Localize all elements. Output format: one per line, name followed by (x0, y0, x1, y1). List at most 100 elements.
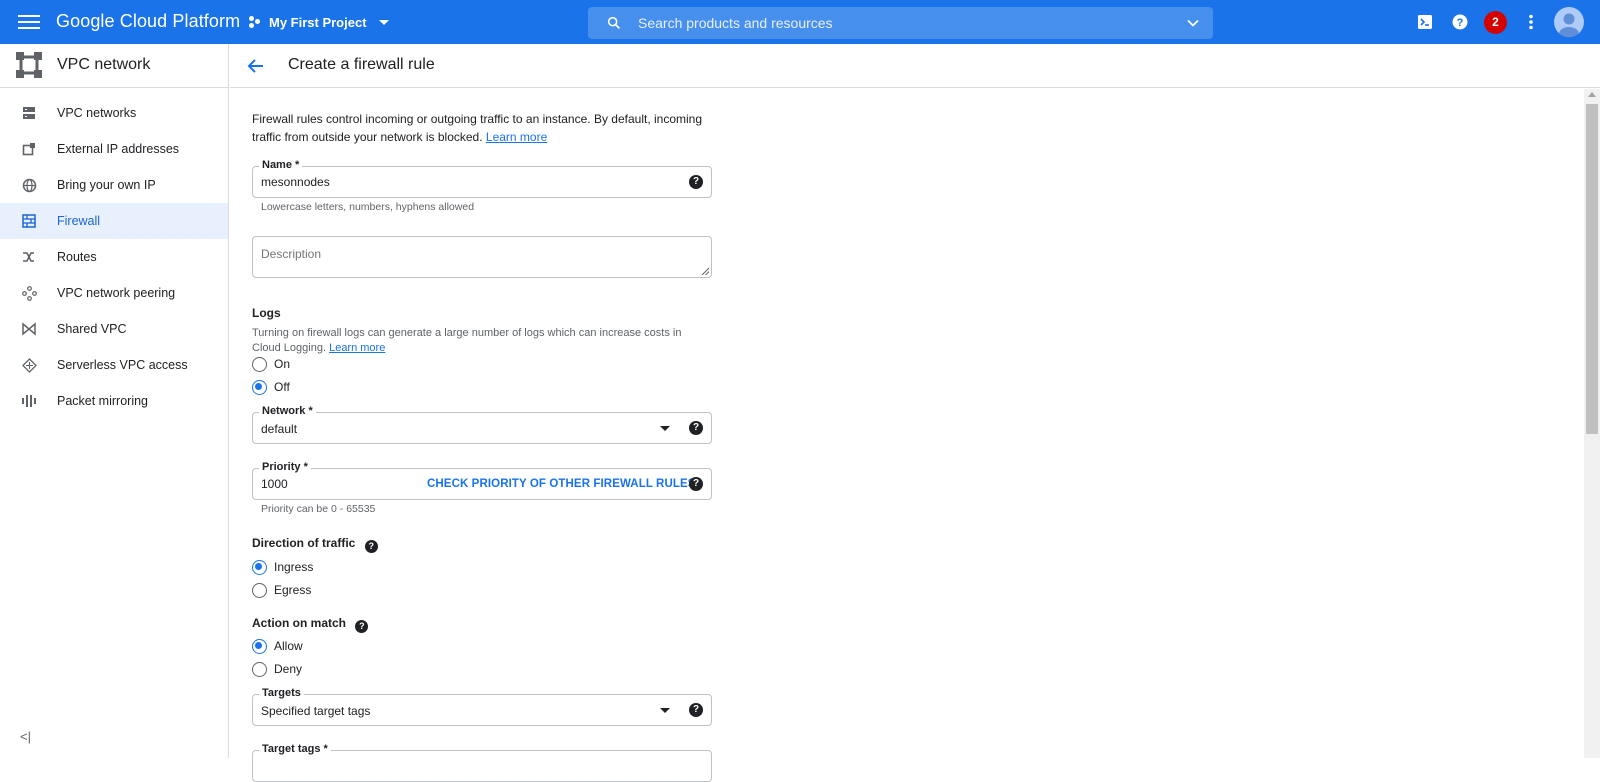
dropdown-arrow-icon (660, 426, 670, 431)
sidebar-item-label: Serverless VPC access (57, 358, 188, 372)
chevron-down-icon (378, 19, 389, 25)
sidebar-item-label: VPC networks (57, 106, 137, 120)
sidebar-header: VPC network (0, 44, 228, 88)
description-input[interactable] (261, 247, 691, 261)
description-field[interactable] (252, 236, 712, 278)
help-icon[interactable]: ? (364, 540, 378, 553)
svg-text:?: ? (1457, 17, 1464, 29)
radio-label: Ingress (274, 560, 314, 574)
sidebar-item-peering[interactable]: VPC network peering (0, 275, 228, 311)
intro-description: Firewall rules control incoming or outgo… (252, 112, 703, 144)
network-label: Network * (259, 405, 316, 417)
content-header: Create a firewall rule (230, 44, 1600, 88)
help-icon[interactable]: ? (355, 620, 369, 633)
priority-label: Priority * (259, 461, 311, 473)
radio-label: Off (274, 380, 290, 394)
sidebar-item-label: Routes (57, 250, 97, 264)
more-vert-icon[interactable] (1521, 12, 1541, 32)
notifications-badge[interactable]: 2 (1484, 11, 1507, 34)
help-icon[interactable]: ? (689, 477, 703, 491)
learn-more-link[interactable]: Learn more (486, 130, 547, 144)
help-icon[interactable]: ? (689, 703, 703, 717)
sidebar-item-label: VPC network peering (57, 286, 176, 300)
radio-icon (252, 638, 267, 654)
page-title: Create a firewall rule (288, 56, 435, 73)
help-icon[interactable]: ? (689, 421, 703, 435)
project-selector[interactable]: My First Project (249, 8, 389, 36)
action-label: Action on match ? (252, 616, 369, 633)
top-bar: Google Cloud Platform My First Project ?… (0, 0, 1600, 44)
name-label: Name * (259, 159, 303, 171)
help-icon[interactable]: ? (1450, 12, 1470, 32)
sidebar-item-routes[interactable]: Routes (0, 239, 228, 275)
collapse-sidebar-button[interactable]: <| (20, 729, 36, 745)
vpc-network-logo-icon (16, 52, 42, 78)
name-field[interactable]: Name * ? (252, 159, 712, 198)
routes-icon (21, 249, 37, 265)
logs-off-radio[interactable]: Off (252, 378, 290, 396)
search-bar[interactable] (588, 7, 1213, 39)
action-label-text: Action on match (252, 616, 347, 630)
account-icon (1559, 13, 1579, 37)
direction-label: Direction of traffic ? (252, 536, 378, 553)
radio-label: Egress (274, 583, 312, 597)
targets-select[interactable]: Targets Specified target tags ? (252, 687, 712, 726)
collapse-icon: <| (20, 729, 31, 744)
radio-icon (252, 661, 267, 677)
direction-egress-radio[interactable]: Egress (252, 581, 311, 599)
project-dots-icon (249, 16, 261, 28)
logs-text: Turning on firewall logs can generate a … (252, 327, 682, 354)
scrollbar-thumb[interactable] (1586, 104, 1598, 434)
priority-input[interactable] (261, 477, 401, 491)
targets-value: Specified target tags (261, 704, 371, 718)
action-deny-radio[interactable]: Deny (252, 660, 302, 678)
radio-label: Allow (274, 639, 303, 653)
radio-icon (252, 582, 267, 598)
cloud-shell-icon[interactable] (1415, 12, 1435, 32)
sidebar-item-serverless[interactable]: Serverless VPC access (0, 347, 228, 383)
dropdown-arrow-icon (660, 708, 670, 713)
radio-label: On (274, 357, 291, 371)
logs-description: Turning on firewall logs can generate a … (252, 326, 712, 356)
menu-icon[interactable] (18, 12, 40, 32)
sidebar-item-packet-mirroring[interactable]: Packet mirroring (0, 383, 228, 419)
shared-vpc-icon (21, 321, 37, 337)
direction-ingress-radio[interactable]: Ingress (252, 558, 313, 576)
firewall-icon (21, 213, 37, 229)
logs-on-radio[interactable]: On (252, 355, 290, 373)
back-arrow-icon[interactable] (246, 56, 266, 76)
target-tags-label: Target tags * (259, 743, 331, 755)
sidebar-item-external-ip[interactable]: External IP addresses (0, 131, 228, 167)
priority-field[interactable]: Priority * CHECK PRIORITY OF OTHER FIREW… (252, 461, 712, 500)
help-icon[interactable]: ? (689, 175, 703, 189)
vpc-networks-icon (21, 105, 37, 121)
avatar[interactable] (1554, 7, 1584, 37)
target-tags-field[interactable]: Target tags * (252, 743, 712, 782)
sidebar-nav: VPC networks External IP addresses Bring… (0, 95, 228, 419)
network-select[interactable]: Network * default ? (252, 405, 712, 444)
radio-icon (252, 559, 267, 575)
resize-handle-icon[interactable] (701, 267, 709, 275)
action-allow-radio[interactable]: Allow (252, 637, 303, 655)
brand-title[interactable]: Google Cloud Platform (56, 11, 240, 32)
search-input[interactable] (638, 7, 1158, 39)
radio-label: Deny (274, 662, 303, 676)
scroll-up-arrow-icon[interactable] (1588, 92, 1596, 97)
sidebar-item-label: Bring your own IP (57, 178, 156, 192)
name-input[interactable] (261, 175, 661, 189)
sidebar-item-label: External IP addresses (57, 142, 180, 156)
globe-icon (21, 177, 37, 193)
targets-label: Targets (259, 687, 304, 699)
chevron-down-icon[interactable] (1187, 17, 1199, 29)
sidebar-item-label: Firewall (57, 214, 101, 228)
sidebar-item-byoip[interactable]: Bring your own IP (0, 167, 228, 203)
name-hint: Lowercase letters, numbers, hyphens allo… (261, 201, 475, 213)
peering-icon (21, 285, 37, 301)
check-priority-button[interactable]: CHECK PRIORITY OF OTHER FIREWALL RULES (427, 478, 696, 490)
radio-icon (252, 356, 267, 372)
sidebar-item-vpc-networks[interactable]: VPC networks (0, 95, 228, 131)
sidebar-item-shared-vpc[interactable]: Shared VPC (0, 311, 228, 347)
search-icon (607, 16, 620, 29)
sidebar-item-firewall[interactable]: Firewall (0, 203, 228, 239)
logs-learn-more-link[interactable]: Learn more (329, 342, 385, 354)
